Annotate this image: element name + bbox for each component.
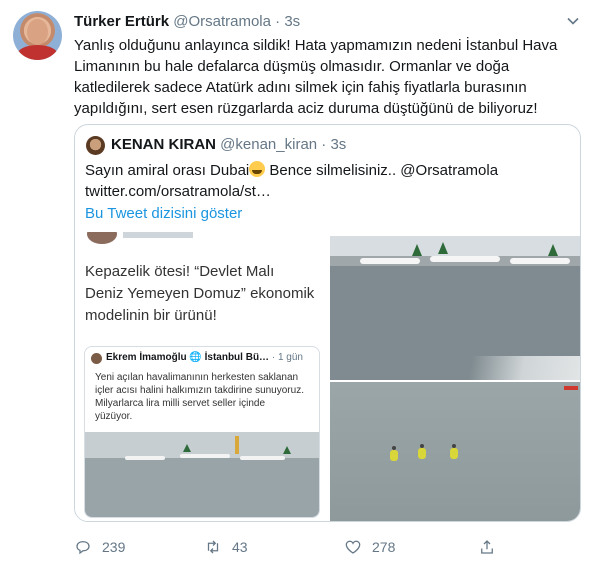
separator-dot: ·	[275, 13, 281, 30]
embedded-author-name: Ekrem İmamoğlu	[106, 352, 187, 363]
chevron-down-icon[interactable]	[566, 14, 580, 28]
embedded-avatar	[91, 353, 102, 364]
tweet-actions: 239 43 278	[74, 538, 584, 560]
quote-text-part2: Bence silmelisiniz.. @Orsatramola	[265, 162, 499, 179]
quote-text-part1: Sayın amiral orası Dubai	[85, 162, 250, 179]
embedded-text: Yeni açılan havalimanının herkesten sakl…	[95, 372, 304, 422]
retweet-count: 43	[232, 539, 248, 555]
quote-author-name: KENAN KIRAN	[111, 136, 216, 153]
globe-icon: 🌐	[189, 352, 202, 363]
retweet-icon	[207, 540, 219, 554]
separator-dot: ·	[321, 136, 327, 153]
quote-image-flooded-apron[interactable]	[330, 236, 580, 380]
quote-time: 3s	[330, 136, 347, 153]
reply-icon	[76, 541, 90, 555]
like-count: 278	[372, 539, 396, 555]
like-icon	[345, 540, 361, 554]
retweet-button[interactable]: 43	[204, 538, 248, 556]
embedded-author-handle: İstanbul Bü…	[204, 352, 270, 363]
author-handle[interactable]: @Orsatramola	[173, 13, 271, 30]
quote-image-workers-in-water[interactable]	[330, 382, 580, 521]
avatar[interactable]	[13, 11, 62, 60]
share-button[interactable]	[478, 538, 496, 556]
airport-photo	[85, 432, 319, 517]
embedded-tweet-card: Ekrem İmamoğlu 🌐 İstanbul Bü… · 1 gün Ye…	[84, 346, 320, 518]
tweet-text: Yanlış olduğunu anlayınca sildik! Hata y…	[74, 37, 558, 117]
tweet[interactable]: Türker Ertürk @Orsatramola · 3s Yanlış o…	[0, 0, 594, 569]
author-name[interactable]: Türker Ertürk	[74, 13, 169, 30]
quote-link: twitter.com/orsatramola/st…	[85, 183, 271, 200]
reply-button[interactable]: 239	[74, 538, 125, 556]
show-thread-link[interactable]: Bu Tweet dizisini göster	[85, 205, 242, 222]
share-icon	[481, 540, 493, 554]
quoted-tweet[interactable]: KENAN KIRAN @kenan_kiran · 3s Sayın amir…	[74, 124, 581, 522]
tweet-time[interactable]: 3s	[284, 13, 300, 30]
quote-image-screenshot[interactable]: Kepazelik ötesi! “Devlet Malı Deniz Yeme…	[75, 232, 328, 521]
reply-count: 239	[102, 539, 126, 555]
tweet-header: Türker Ertürk @Orsatramola · 3s	[74, 13, 300, 30]
quote-text: Sayın amiral orası Dubai Bence silmelisi…	[85, 160, 565, 202]
screenshot-text: Kepazelik ötesi! “Devlet Malı Deniz Yeme…	[85, 263, 315, 324]
like-button[interactable]: 278	[344, 538, 395, 556]
laughing-emoji-icon	[249, 161, 266, 177]
quote-author-handle: @kenan_kiran	[220, 136, 318, 153]
quote-header: KENAN KIRAN @kenan_kiran · 3s	[111, 136, 346, 153]
embedded-header: Ekrem İmamoğlu 🌐 İstanbul Bü… · 1 gün	[106, 352, 303, 363]
embedded-time: · 1 gün	[271, 352, 303, 363]
quote-avatar	[86, 136, 105, 155]
